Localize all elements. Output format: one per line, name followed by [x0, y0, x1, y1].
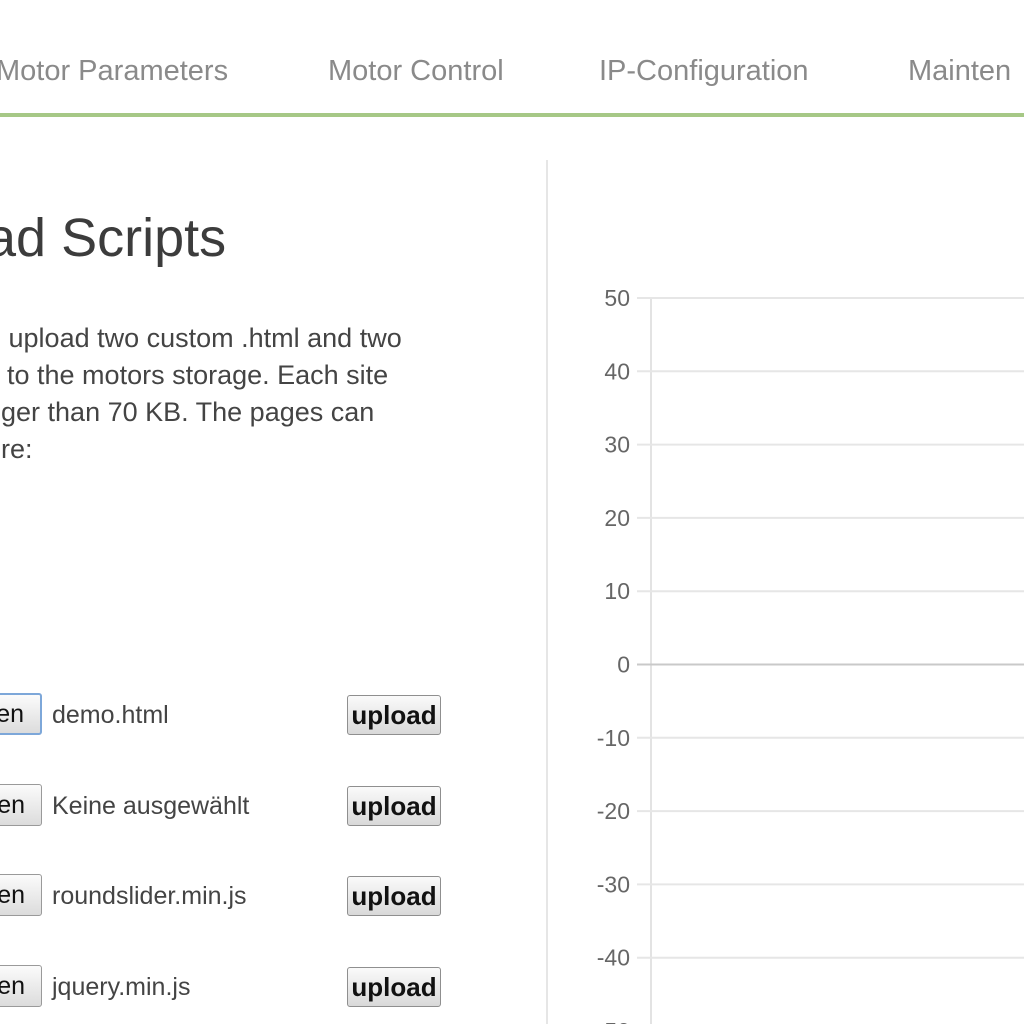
upload-button[interactable]: upload	[347, 786, 441, 826]
selected-file-name: jquery.min.js	[52, 973, 191, 1001]
choose-file-button[interactable]: en	[0, 965, 42, 1007]
top-navigation: Motor Parameters Motor Control IP-Config…	[0, 0, 1024, 117]
y-tick-label: -30	[597, 871, 630, 897]
description-line: gger than 70 KB. The pages can	[0, 397, 375, 427]
chart-svg: 50 40 30 20 10 0 -10 -20 -30 -40 -50	[597, 285, 1024, 1024]
description-line: ere:	[0, 434, 33, 464]
tab-motor-control[interactable]: Motor Control	[328, 52, 504, 90]
tab-motor-parameters[interactable]: Motor Parameters	[0, 52, 228, 90]
y-tick-label: 20	[604, 505, 630, 531]
y-tick-label: -20	[597, 798, 630, 824]
selected-file-name: roundslider.min.js	[52, 882, 247, 910]
y-tick-label: 40	[604, 358, 630, 384]
description-line: o upload two custom .html and two	[0, 323, 402, 353]
page-title: ad Scripts	[0, 208, 227, 268]
description-line: s to the motors storage. Each site	[0, 360, 389, 390]
upload-description: o upload two custom .html and two s to t…	[0, 320, 526, 468]
file-row-jquery: en jquery.min.js upload	[0, 965, 546, 1011]
y-tick-label: 10	[604, 578, 630, 604]
choose-file-button[interactable]: en	[0, 784, 42, 826]
selected-file-name: demo.html	[52, 701, 169, 729]
upload-button[interactable]: upload	[347, 967, 441, 1007]
choose-file-button[interactable]: en	[0, 874, 42, 916]
y-tick-label: -40	[597, 945, 630, 971]
upload-button[interactable]: upload	[347, 876, 441, 916]
selected-file-name: Keine ausgewählt	[52, 792, 250, 820]
file-row-roundslider: en roundslider.min.js upload	[0, 874, 546, 920]
y-tick-label: -10	[597, 725, 630, 751]
tab-maintenance[interactable]: Mainten	[908, 52, 1011, 90]
y-tick-label: 30	[604, 432, 630, 458]
y-tick-label: -50	[597, 1018, 630, 1024]
upload-panel: ad Scripts o upload two custom .html and…	[0, 117, 546, 1024]
y-tick-label: 50	[604, 285, 630, 311]
file-row-empty: en Keine ausgewählt upload	[0, 784, 546, 830]
tab-ip-configuration[interactable]: IP-Configuration	[599, 52, 809, 90]
upload-button[interactable]: upload	[347, 695, 441, 735]
file-row-demo-html: en demo.html upload	[0, 693, 546, 739]
choose-file-button[interactable]: en	[0, 693, 42, 735]
motor-chart: 50 40 30 20 10 0 -10 -20 -30 -40 -50	[548, 117, 1024, 1024]
y-tick-label: 0	[617, 652, 630, 678]
